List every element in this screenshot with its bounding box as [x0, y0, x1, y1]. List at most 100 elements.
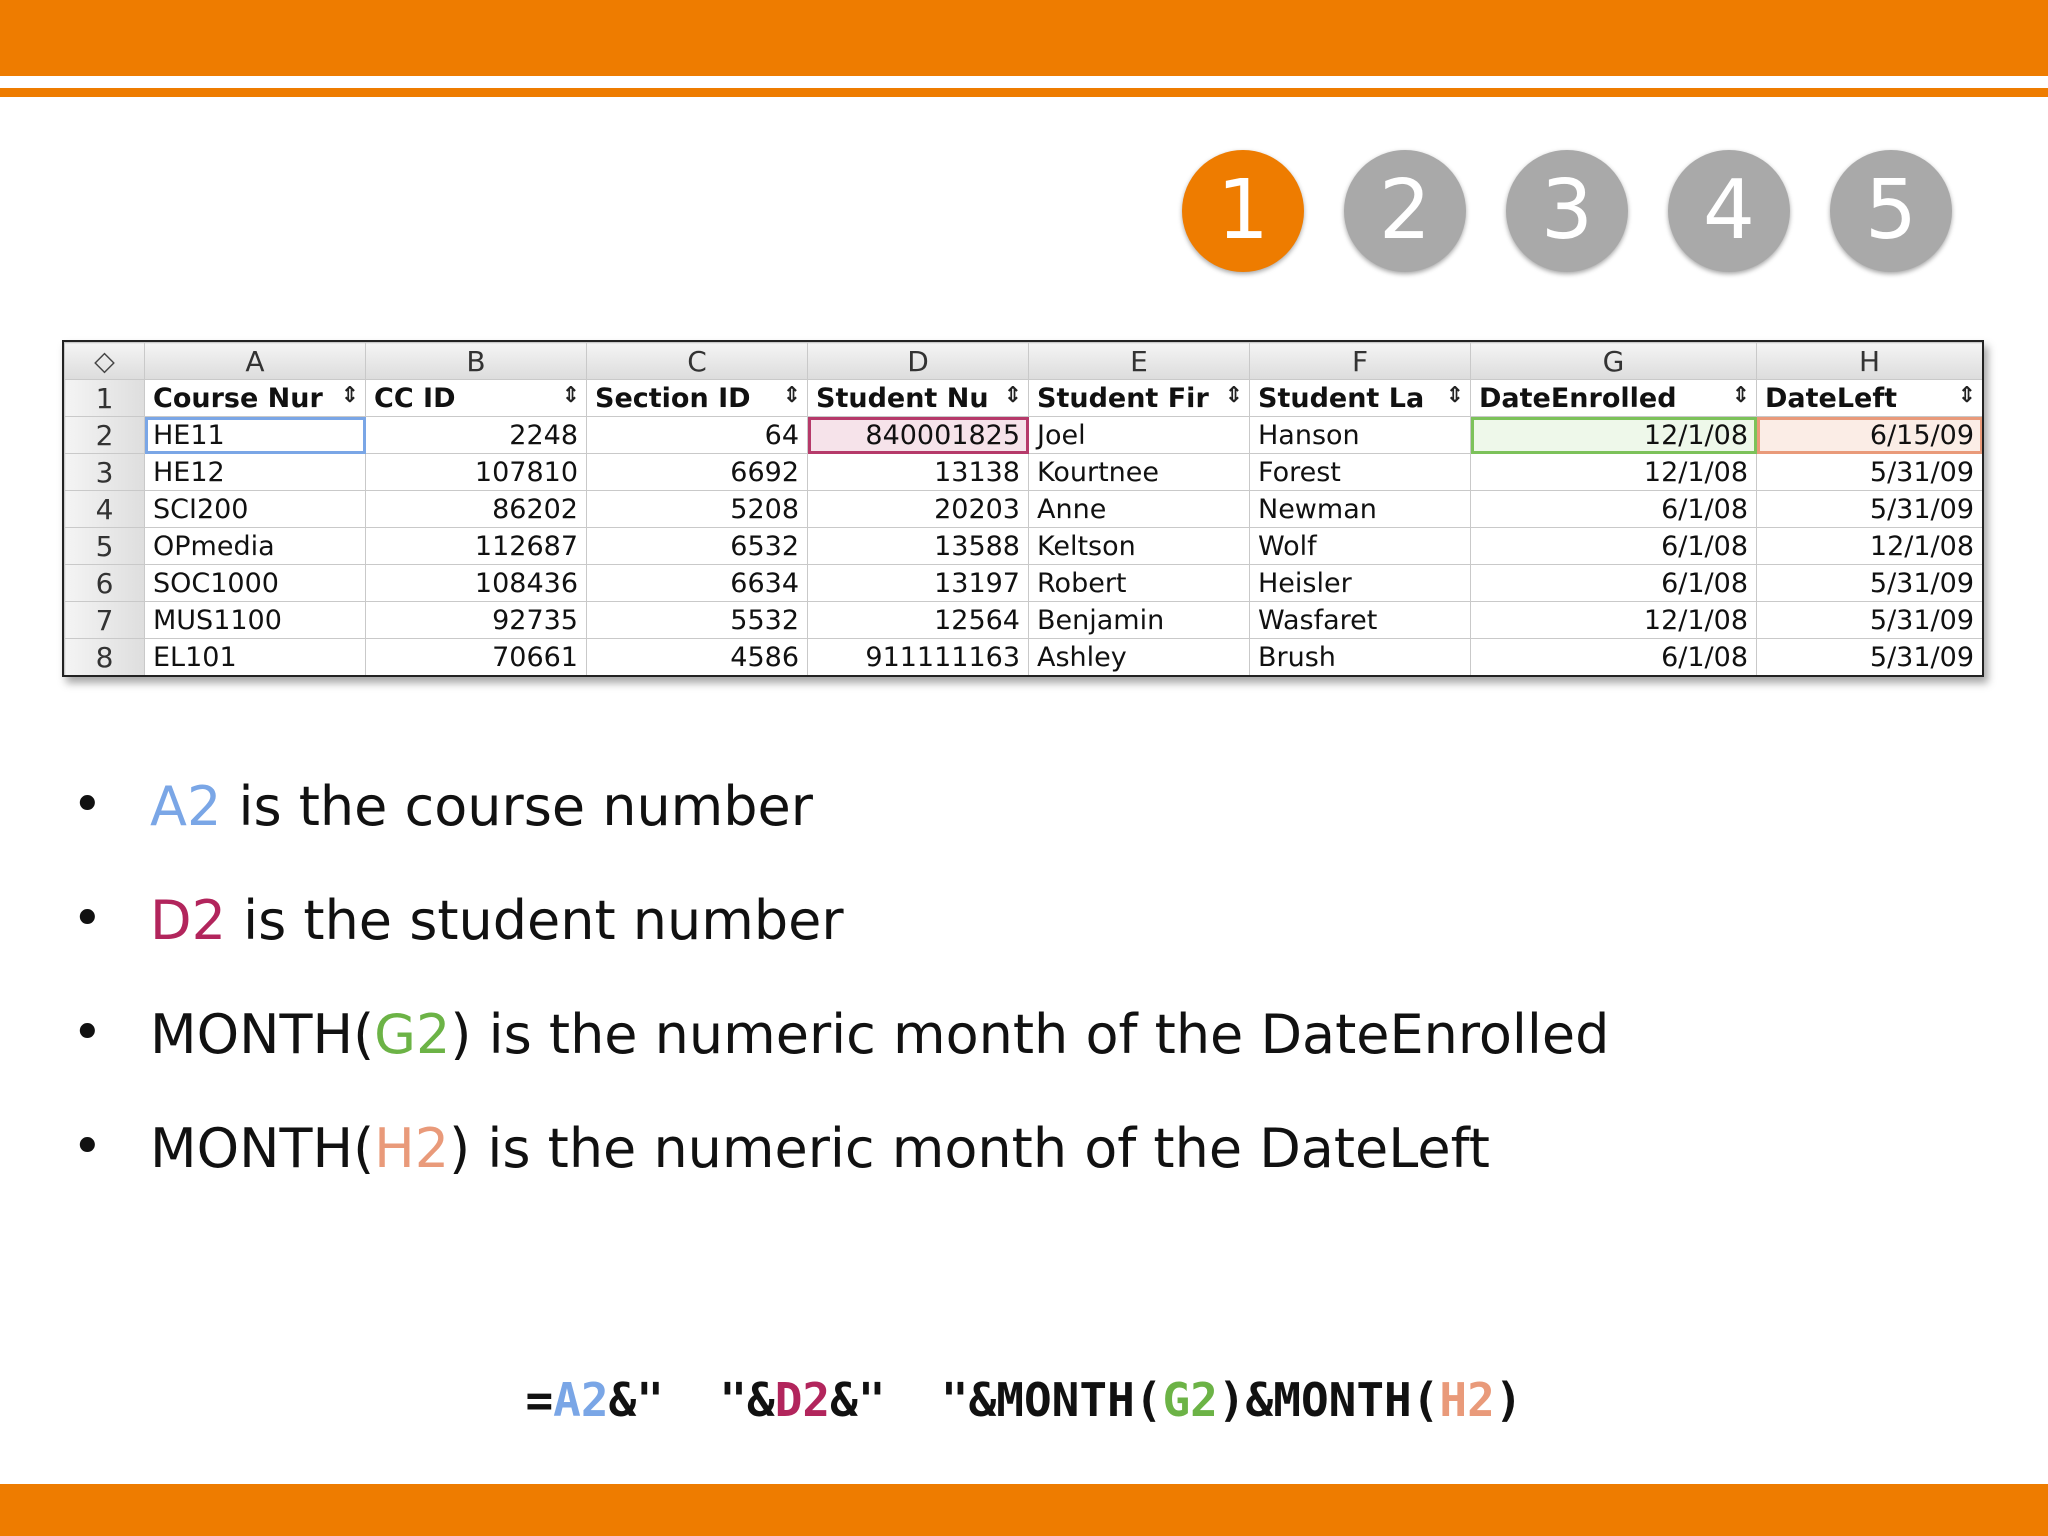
table-cell[interactable]: 2248 [365, 416, 587, 454]
field-header-cell[interactable]: Student Nu ⇕ [807, 379, 1029, 417]
table-cell[interactable]: 6/1/08 [1470, 490, 1757, 528]
column-header[interactable]: G [1470, 342, 1757, 380]
filter-sort-icon[interactable]: ⇕ [783, 383, 801, 408]
table-cell[interactable]: 13138 [807, 453, 1029, 491]
filter-sort-icon[interactable]: ⇕ [562, 383, 580, 408]
table-cell[interactable]: Ashley [1028, 638, 1250, 675]
table-cell[interactable]: Hanson [1249, 416, 1471, 454]
column-header[interactable]: F [1249, 342, 1471, 380]
table-cell[interactable]: Robert [1028, 564, 1250, 602]
table-cell[interactable]: 5208 [586, 490, 808, 528]
table-cell[interactable]: HE12 [144, 453, 366, 491]
table-cell[interactable]: 6/1/08 [1470, 564, 1757, 602]
table-cell[interactable]: 911111163 [807, 638, 1029, 675]
column-header-row: ◇ A B C D E F G H [64, 342, 1982, 380]
row-header[interactable]: 7 [64, 601, 145, 639]
row-header[interactable]: 4 [64, 490, 145, 528]
select-all-corner[interactable]: ◇ [64, 342, 145, 380]
table-cell[interactable]: 5/31/09 [1756, 638, 1982, 675]
table-cell[interactable]: Keltson [1028, 527, 1250, 565]
column-header[interactable]: H [1756, 342, 1982, 380]
table-cell[interactable]: MUS1100 [144, 601, 366, 639]
table-cell[interactable]: 64 [586, 416, 808, 454]
table-cell[interactable]: 5/31/09 [1756, 564, 1982, 602]
row-header[interactable]: 6 [64, 564, 145, 602]
table-row: 3 HE12 107810 6692 13138 Kourtnee Forest… [64, 453, 1982, 491]
table-cell[interactable]: 6/1/08 [1470, 527, 1757, 565]
step-2-button[interactable]: 2 [1344, 150, 1466, 272]
step-3-button[interactable]: 3 [1506, 150, 1628, 272]
table-cell[interactable]: Forest [1249, 453, 1471, 491]
table-cell[interactable]: OPmedia [144, 527, 366, 565]
table-cell[interactable]: Kourtnee [1028, 453, 1250, 491]
table-cell[interactable]: 6532 [586, 527, 808, 565]
table-cell[interactable]: 92735 [365, 601, 587, 639]
table-cell[interactable]: 12/1/08 [1756, 527, 1982, 565]
table-cell[interactable]: 13197 [807, 564, 1029, 602]
table-cell[interactable]: 6634 [586, 564, 808, 602]
table-cell[interactable]: SOC1000 [144, 564, 366, 602]
table-row: 8 EL101 70661 4586 911111163 Ashley Brus… [64, 638, 1982, 675]
table-cell[interactable]: EL101 [144, 638, 366, 675]
table-cell[interactable]: Anne [1028, 490, 1250, 528]
filter-sort-icon[interactable]: ⇕ [341, 383, 359, 408]
table-cell[interactable]: 5/31/09 [1756, 490, 1982, 528]
table-cell[interactable]: Heisler [1249, 564, 1471, 602]
table-cell[interactable]: 107810 [365, 453, 587, 491]
cell-d2[interactable]: 840001825 [807, 416, 1029, 454]
field-header-label: DateLeft [1765, 382, 1898, 414]
table-cell[interactable]: 12564 [807, 601, 1029, 639]
table-cell[interactable]: Newman [1249, 490, 1471, 528]
row-header[interactable]: 5 [64, 527, 145, 565]
filter-sort-icon[interactable]: ⇕ [1958, 383, 1976, 408]
field-header-cell[interactable]: DateLeft ⇕ [1756, 379, 1982, 417]
spreadsheet-table: ◇ A B C D E F G H 1 Course Nur ⇕ CC ID ⇕ S… [64, 342, 1982, 675]
table-cell[interactable]: Brush [1249, 638, 1471, 675]
table-cell[interactable]: 12/1/08 [1470, 601, 1757, 639]
row-header[interactable]: 1 [64, 379, 145, 417]
table-cell[interactable]: 4586 [586, 638, 808, 675]
table-cell[interactable]: 5/31/09 [1756, 453, 1982, 491]
row-header[interactable]: 2 [64, 416, 145, 454]
table-cell[interactable]: 108436 [365, 564, 587, 602]
table-cell[interactable]: SCI200 [144, 490, 366, 528]
table-cell[interactable]: 13588 [807, 527, 1029, 565]
table-cell[interactable]: 5/31/09 [1756, 601, 1982, 639]
cell-a2[interactable]: HE11 [144, 416, 366, 454]
field-header-cell[interactable]: DateEnrolled ⇕ [1470, 379, 1757, 417]
explanation-list: • A2 is the course number • D2 is the st… [72, 775, 1609, 1231]
column-header[interactable]: E [1028, 342, 1250, 380]
table-cell[interactable]: 6/1/08 [1470, 638, 1757, 675]
cell-g2[interactable]: 12/1/08 [1470, 416, 1757, 454]
column-header[interactable]: A [144, 342, 366, 380]
field-header-cell[interactable]: Section ID ⇕ [586, 379, 808, 417]
column-header[interactable]: B [365, 342, 587, 380]
column-header[interactable]: D [807, 342, 1029, 380]
table-cell[interactable]: Wasfaret [1249, 601, 1471, 639]
filter-sort-icon[interactable]: ⇕ [1004, 383, 1022, 408]
filter-sort-icon[interactable]: ⇕ [1732, 383, 1750, 408]
column-header[interactable]: C [586, 342, 808, 380]
field-header-cell[interactable]: CC ID ⇕ [365, 379, 587, 417]
table-cell[interactable]: 70661 [365, 638, 587, 675]
table-cell[interactable]: 20203 [807, 490, 1029, 528]
field-header-cell[interactable]: Student Fir ⇕ [1028, 379, 1250, 417]
field-header-cell[interactable]: Student La ⇕ [1249, 379, 1471, 417]
cell-h2[interactable]: 6/15/09 [1756, 416, 1982, 454]
filter-sort-icon[interactable]: ⇕ [1446, 383, 1464, 408]
filter-sort-icon[interactable]: ⇕ [1225, 383, 1243, 408]
step-1-button[interactable]: 1 [1182, 150, 1304, 272]
table-cell[interactable]: 112687 [365, 527, 587, 565]
field-header-cell[interactable]: Course Nur ⇕ [144, 379, 366, 417]
table-cell[interactable]: Benjamin [1028, 601, 1250, 639]
table-cell[interactable]: 5532 [586, 601, 808, 639]
table-cell[interactable]: 86202 [365, 490, 587, 528]
table-cell[interactable]: 6692 [586, 453, 808, 491]
table-cell[interactable]: Joel [1028, 416, 1250, 454]
row-header[interactable]: 8 [64, 638, 145, 675]
table-cell[interactable]: Wolf [1249, 527, 1471, 565]
row-header[interactable]: 3 [64, 453, 145, 491]
step-5-button[interactable]: 5 [1830, 150, 1952, 272]
step-4-button[interactable]: 4 [1668, 150, 1790, 272]
table-cell[interactable]: 12/1/08 [1470, 453, 1757, 491]
